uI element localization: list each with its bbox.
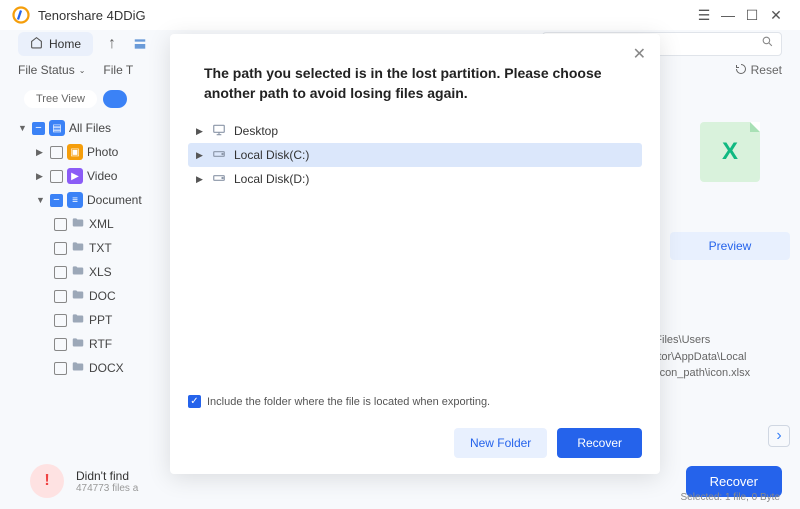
path-local-d[interactable]: ▶ Local Disk(D:) [188, 167, 642, 191]
path-chooser-modal: ✕ The path you selected is in the lost p… [170, 34, 660, 474]
close-modal-icon[interactable]: ✕ [633, 44, 646, 64]
expand-icon: ▶ [196, 174, 204, 185]
path-local-c[interactable]: ▶ Local Disk(C:) [188, 143, 642, 167]
include-folder-option[interactable]: ✓ Include the folder where the file is l… [170, 387, 660, 416]
modal-recover-button[interactable]: Recover [557, 428, 642, 458]
modal-actions: New Folder Recover [170, 416, 660, 474]
path-list: ▶ Desktop ▶ Local Disk(C:) ▶ Local Disk(… [170, 119, 660, 387]
expand-icon: ▶ [196, 126, 204, 137]
modal-message: The path you selected is in the lost par… [170, 34, 660, 119]
expand-icon: ▶ [196, 150, 204, 161]
disk-icon [212, 147, 226, 164]
include-checkbox[interactable]: ✓ [188, 395, 201, 408]
new-folder-button[interactable]: New Folder [454, 428, 547, 458]
modal-overlay: ✕ The path you selected is in the lost p… [0, 0, 800, 509]
desktop-icon [212, 123, 226, 140]
path-desktop[interactable]: ▶ Desktop [188, 119, 642, 143]
disk-icon [212, 171, 226, 188]
